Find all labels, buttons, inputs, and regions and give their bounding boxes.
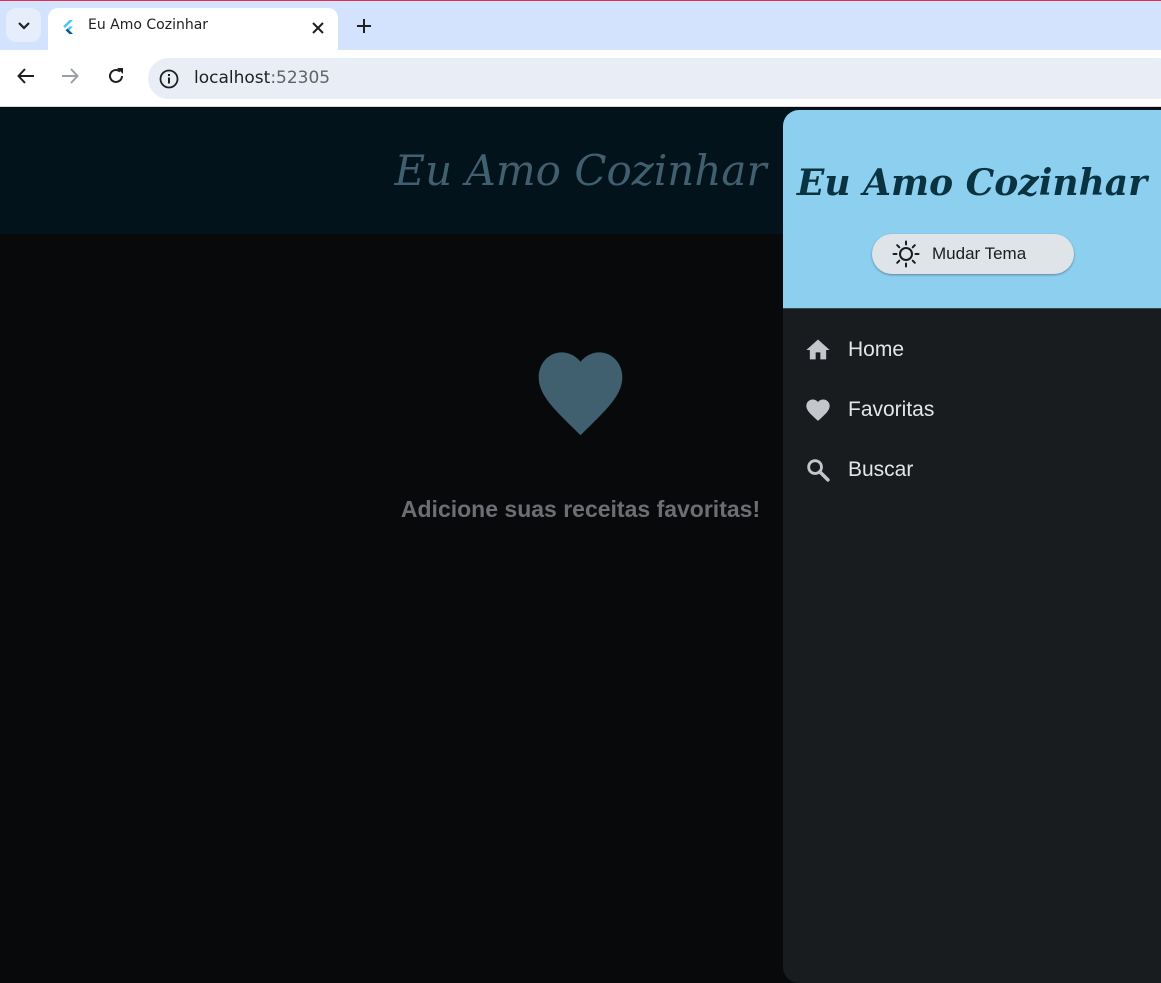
arrow-right-icon <box>62 68 79 84</box>
tab-title: Eu Amo Cozinhar <box>88 17 209 33</box>
browser-toolbar: localhost:52305 <box>0 50 1161 107</box>
chevron-down-icon <box>17 22 30 30</box>
drawer-item-label: Favoritas <box>848 398 935 421</box>
drawer-header: Eu Amo Cozinhar Mudar Tema <box>783 110 1161 309</box>
tab-close-button[interactable] <box>308 18 328 38</box>
arrow-left-icon <box>17 68 34 84</box>
sun-icon <box>892 240 920 268</box>
url-port: :52305 <box>270 68 331 88</box>
search-icon <box>807 459 830 482</box>
drawer-item-label: Home <box>848 338 905 361</box>
back-button[interactable] <box>14 64 38 88</box>
reload-icon <box>109 68 123 83</box>
url-host: localhost <box>194 68 271 88</box>
change-theme-label: Mudar Tema <box>932 244 1027 263</box>
change-theme-button[interactable]: Mudar Tema <box>872 234 1074 274</box>
browser-tab-strip: Eu Amo Cozinhar <box>0 0 1161 51</box>
navigation-drawer: Eu Amo Cozinhar Mudar Tema Home Favorita… <box>783 110 1161 983</box>
drawer-item-favoritas[interactable]: Favoritas <box>783 382 1161 438</box>
reload-button[interactable] <box>104 64 128 88</box>
drawer-item-home[interactable]: Home <box>783 322 1161 378</box>
drawer-item-label: Buscar <box>848 458 914 481</box>
tab-search-button[interactable] <box>6 8 41 42</box>
drawer-item-buscar[interactable]: Buscar <box>783 442 1161 498</box>
close-icon <box>312 22 324 34</box>
address-bar[interactable]: localhost:52305 <box>148 58 1161 99</box>
forward-button[interactable] <box>58 64 82 88</box>
heart-icon <box>806 399 830 421</box>
plus-icon <box>357 19 371 33</box>
heart-icon <box>538 352 623 436</box>
drawer-title: Eu Amo Cozinhar <box>796 162 1148 204</box>
home-icon <box>806 339 830 360</box>
browser-tab[interactable]: Eu Amo Cozinhar <box>48 8 338 51</box>
info-icon[interactable] <box>158 68 180 90</box>
flutter-logo-icon <box>63 20 73 34</box>
new-tab-button[interactable] <box>352 14 376 38</box>
url-text[interactable]: localhost:52305 <box>194 68 330 88</box>
